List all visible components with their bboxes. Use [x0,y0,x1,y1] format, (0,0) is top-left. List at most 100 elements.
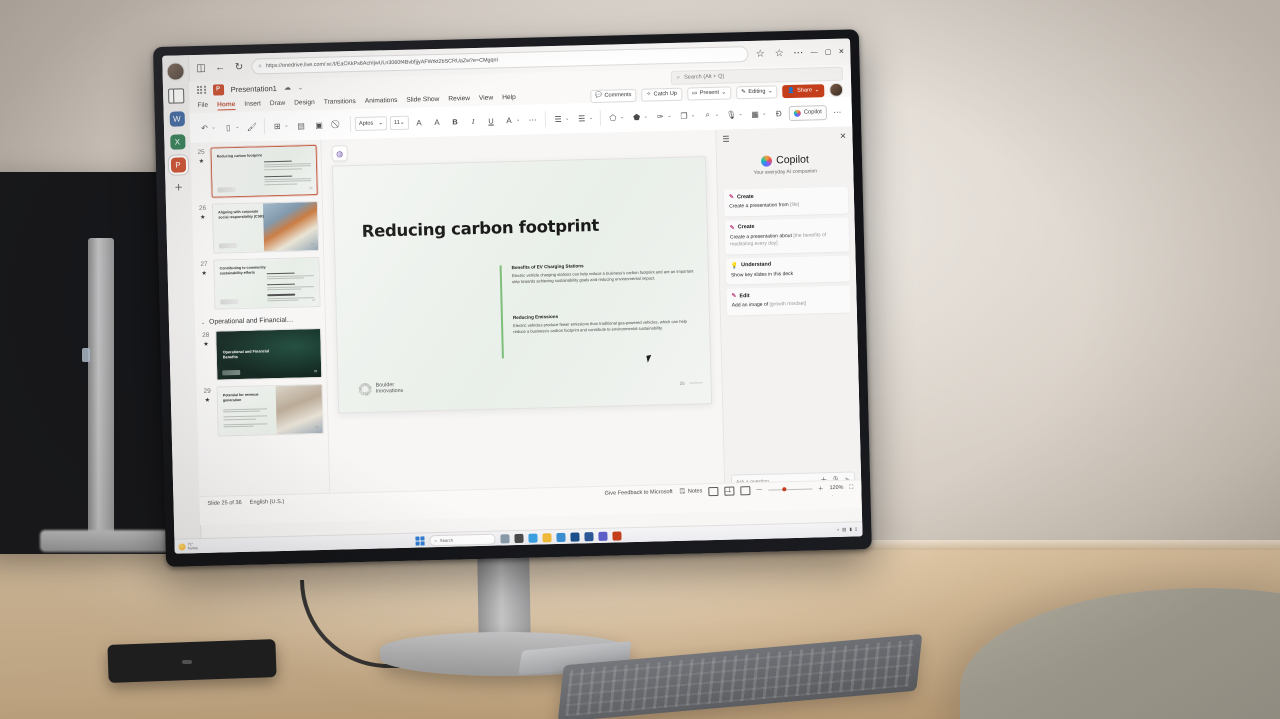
italic-button[interactable]: I [465,114,480,127]
chevron-down-icon[interactable]: ⌄ [298,84,303,91]
view-normal-button[interactable] [708,486,719,496]
tab-draw[interactable]: Draw [270,100,286,108]
find-button[interactable]: ⌕ ⌄ [700,108,721,122]
present-button[interactable]: ▭ Present ⌄ [686,85,732,101]
zoom-out-button[interactable]: — [756,487,762,493]
numbering-button[interactable]: ☰ ⌄ [574,111,595,125]
browser-more-icon[interactable]: ⋯ [792,46,805,59]
designer-button[interactable]: ▦ ⌄ [747,107,768,121]
sidebar-item-word[interactable]: W [169,111,185,127]
paste-button[interactable]: ▯ ⌄ [221,120,242,134]
taskbar-item-widgets[interactable] [500,533,510,543]
star-icon[interactable]: ★ [201,270,207,277]
tab-insert[interactable]: Insert [244,100,261,108]
editor-button[interactable]: Ɖ [771,107,786,120]
search-input[interactable]: ⌕ Search (Alt + Q) [670,66,844,86]
font-color-button[interactable]: A ⌄ [501,113,522,127]
slide-canvas[interactable]: ◍ Reducing carbon footprint Benefits of … [321,129,725,508]
taskbar-item-word[interactable] [584,531,594,541]
taskbar-item-powerpoint[interactable] [612,530,622,541]
star-icon[interactable]: ★ [200,214,206,221]
shape-fill-button[interactable]: ⬟ ⌄ [629,110,650,124]
thumbnail-slide-27[interactable]: Contributing to community sustainability… [213,256,321,310]
view-slide-sorter-button[interactable] [724,486,735,496]
current-slide[interactable]: Reducing carbon footprint Benefits of EV… [332,156,713,414]
taskbar-item-file-explorer[interactable] [542,532,552,542]
shrink-font-button[interactable]: A [429,115,444,128]
thumbnail-slide-25[interactable]: Reducing carbon footprint 25 [210,144,318,198]
start-button[interactable] [415,535,425,546]
tab-slide-show[interactable]: Slide Show [406,96,439,105]
slide-title[interactable]: Reducing carbon footprint [361,216,599,241]
feedback-button[interactable]: Give Feedback to Microsoft [605,489,673,497]
sidebar-add-icon[interactable]: + [175,179,183,194]
tray-battery-icon[interactable]: ▯ [855,526,858,532]
taskbar-weather-widget[interactable]: 71° Sunny [178,542,198,551]
split-screen-icon[interactable] [168,88,185,104]
back-button[interactable]: ← [213,61,226,74]
star-icon[interactable]: ★ [205,397,211,404]
taskbar-search[interactable]: ⌕ Search [429,533,496,546]
arrange-button[interactable]: ❐ ⌄ [676,109,697,123]
list-item[interactable]: 26 ★ Aligning with corporate social resp… [196,200,320,254]
taskbar-item-edge[interactable] [528,533,538,543]
thumbnail-slide-28[interactable]: Operational and Financial Benefits 28 [215,327,323,381]
font-more-button[interactable]: ⋯ [525,113,540,126]
zoom-slider[interactable] [768,486,813,491]
share-button[interactable]: 👤 Share ⌄ [782,83,825,98]
profile-avatar[interactable] [166,62,185,81]
prompt-card-understand[interactable]: 💡 Understand Show key slides in this dec… [725,255,851,285]
collections-icon[interactable]: ☆ [773,47,786,60]
tab-review[interactable]: Review [448,95,470,104]
zoom-slider-knob[interactable] [781,486,787,491]
slide-block-1[interactable]: Benefits of EV Charging Stations Electri… [512,260,698,284]
slide-thumbnail-pane[interactable]: 25 ★ Reducing carbon footprint 25 26 ★ A… [190,139,331,512]
taskbar-item-teams[interactable] [598,531,608,541]
copilot-ribbon-button[interactable]: Copilot [789,104,828,121]
list-item[interactable]: 28 ★ Operational and Financial Benefits … [199,327,323,381]
designer-icon[interactable]: ◍ [331,145,348,162]
prompt-card-create-from-file[interactable]: ✎ Create Create a presentation from [fil… [723,186,849,217]
prompt-card-create-about[interactable]: ✎ Create Create a presentation about [th… [724,217,850,255]
refresh-button[interactable]: ↻ [232,60,245,73]
catch-up-button[interactable]: ✧ Catch Up [641,87,683,102]
underline-button[interactable]: U [483,114,498,127]
sidebar-item-powerpoint[interactable]: P [170,157,186,173]
favorites-add-icon[interactable]: ☆ [754,47,767,60]
prompt-card-edit[interactable]: ✎ Edit Add an image of [growth mindset] [726,285,851,316]
language-indicator[interactable]: English (U.S.) [250,499,285,506]
document-name[interactable]: Presentation1 [231,83,278,93]
grow-font-button[interactable]: A [411,116,426,129]
list-item[interactable]: 29 ★ Potential for revenue generation 29 [201,383,324,437]
tab-design[interactable]: Design [294,99,315,108]
slide-indicator[interactable]: Slide 25 of 36 [207,500,241,507]
font-size-input[interactable]: 11 ⌄ [389,115,409,131]
tab-help[interactable]: Help [502,94,516,102]
dictate-button[interactable]: 🎙 ⌄ [724,108,745,122]
star-icon[interactable]: ★ [199,158,205,165]
cloud-saved-icon[interactable]: ☁ [284,84,291,92]
taskbar-item-task-view[interactable] [514,533,524,543]
tab-view[interactable]: View [479,95,493,103]
shapes-button[interactable]: ⬠ ⌄ [605,111,626,125]
font-name-input[interactable]: Aptos ⌄ [354,116,388,132]
editing-mode-button[interactable]: ✎ Editing ⌄ [736,84,778,99]
minimize-button[interactable]: — [811,49,818,56]
sidebar-item-excel[interactable]: X [169,134,186,150]
list-item[interactable]: 25 ★ Reducing carbon footprint 25 [195,144,318,198]
close-button[interactable]: ✕ [838,48,844,56]
close-icon[interactable]: ✕ [840,132,847,141]
layout-button[interactable]: ▤ [293,119,308,132]
list-item[interactable]: 27 ★ Contributing to community sustainab… [197,256,321,310]
tray-network-icon[interactable]: ▤ [842,527,846,533]
notes-button[interactable]: 🗒 Notes [679,488,703,495]
tray-chevron-icon[interactable]: ^ [837,527,839,532]
slide-block-2[interactable]: Reducing Emissions Electric vehicles pro… [513,310,699,334]
weather-widget[interactable]: 71° Sunny [178,542,198,551]
zoom-level[interactable]: 120% [830,485,844,491]
thumbnail-slide-26[interactable]: Aligning with corporate social responsib… [211,200,320,254]
star-icon[interactable]: ★ [203,341,209,348]
hamburger-icon[interactable]: ☰ [722,135,729,144]
zoom-in-button[interactable]: ＋ [818,484,824,492]
taskbar-item-store[interactable] [556,532,566,542]
